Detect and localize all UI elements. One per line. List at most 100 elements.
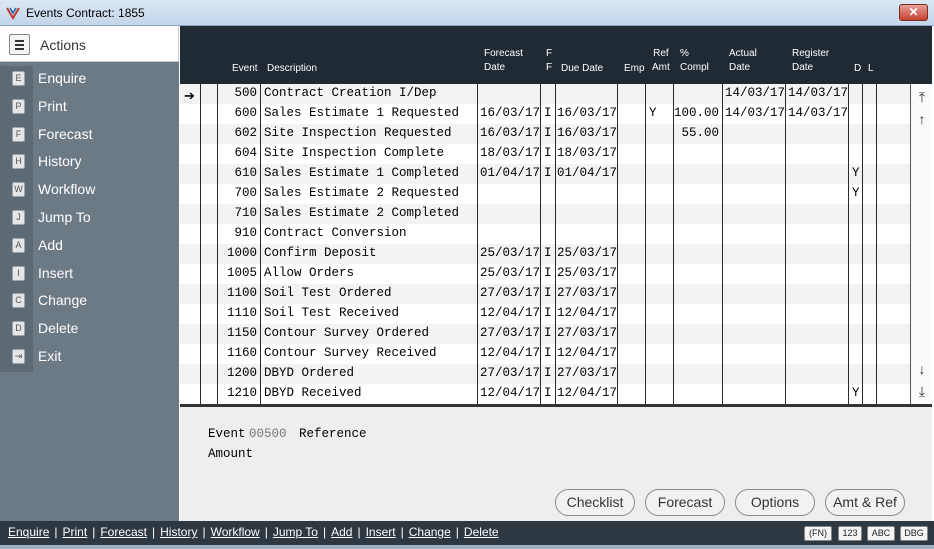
table-row[interactable]: 604 Site Inspection Complete 18/03/17 I 18/0… <box>180 144 910 164</box>
action-jump-to[interactable]: J Jump To <box>0 204 179 233</box>
action-print[interactable]: P Print <box>0 93 179 122</box>
status-separator: | <box>455 525 459 539</box>
cell-ff: I <box>544 366 552 380</box>
col-header-register-date[interactable]: Register Date <box>792 47 829 75</box>
shortcut-key-icon: A <box>12 237 25 253</box>
action-history[interactable]: H History <box>0 149 179 178</box>
action-label: Print <box>38 97 67 114</box>
status-separator: | <box>357 525 361 539</box>
table-row[interactable]: 1210 DBYD Received 12/04/17 I 12/04/17 Y <box>180 384 910 404</box>
action-label: Insert <box>38 264 74 281</box>
action-change[interactable]: C Change <box>0 288 179 317</box>
forecast-button[interactable]: Forecast <box>645 489 725 516</box>
badge-dbg[interactable]: DBG <box>900 526 928 541</box>
scroll-up-icon[interactable]: ↑ <box>914 110 930 128</box>
action-workflow[interactable]: W Workflow <box>0 177 179 205</box>
table-row[interactable]: 1100 Soil Test Ordered 27/03/17 I 27/03/17 <box>180 284 910 304</box>
table-row[interactable]: 600 Sales Estimate 1 Requested 16/03/17 I 16… <box>180 104 910 124</box>
shortcut-key-icon: D <box>12 321 25 337</box>
status-link-forecast[interactable]: Forecast <box>100 525 147 539</box>
cell-forecast-date: 01/04/17 <box>480 166 541 180</box>
action-add[interactable]: A Add <box>0 232 179 261</box>
cell-ff: I <box>544 326 552 340</box>
badge-fn[interactable]: (FN) <box>804 526 832 541</box>
amt-ref-button[interactable]: Amt & Ref <box>825 489 905 516</box>
cell-d: Y <box>852 386 860 400</box>
col-header-d[interactable]: D <box>854 62 861 76</box>
cell-description: Contract Conversion <box>264 226 407 240</box>
status-link-workflow[interactable]: Workflow <box>211 525 260 539</box>
status-separator: | <box>322 525 327 539</box>
col-header-ff[interactable]: F F <box>546 47 552 75</box>
col-header-ref-amt[interactable]: Ref Amt <box>652 47 670 75</box>
col-header-forecast-date[interactable]: Forecast Date <box>484 47 523 75</box>
cell-event: 1005 <box>226 266 257 280</box>
col-header-event[interactable]: Event <box>232 62 258 76</box>
action-label: Workflow <box>38 181 96 198</box>
table-row[interactable]: 1005 Allow Orders 25/03/17 I 25/03/17 <box>180 264 910 284</box>
action-delete[interactable]: D Delete <box>0 316 179 344</box>
badge-123[interactable]: 123 <box>838 526 862 541</box>
close-button[interactable]: ✕ <box>899 4 928 21</box>
cell-ff: I <box>544 166 552 180</box>
status-link-delete[interactable]: Delete <box>464 525 499 539</box>
action-exit[interactable]: ⇥ Exit <box>0 343 179 372</box>
event-value: 00500 <box>249 427 287 441</box>
cell-d: Y <box>852 186 860 200</box>
table-row[interactable]: 602 Site Inspection Requested 16/03/17 I 16/… <box>180 124 910 144</box>
table-row[interactable]: 500 Contract Creation I/Dep 14/03/17 14/03/… <box>180 84 910 104</box>
hamburger-menu-icon[interactable] <box>9 34 30 55</box>
status-link-print[interactable]: Print <box>63 525 88 539</box>
title-bar: Events Contract: 1855 ✕ <box>0 0 934 26</box>
status-link-enquire[interactable]: Enquire <box>8 525 49 539</box>
table-row[interactable]: 1110 Soil Test Received 12/04/17 I 12/04/17 <box>180 304 910 324</box>
table-row[interactable]: 1160 Contour Survey Received 12/04/17 I 12/0… <box>180 344 910 364</box>
status-link-add[interactable]: Add <box>331 525 352 539</box>
cell-due-date: 18/03/17 <box>557 146 618 160</box>
col-header-l[interactable]: L <box>868 62 874 76</box>
table-row[interactable]: 710 Sales Estimate 2 Completed <box>180 204 910 224</box>
action-forecast[interactable]: F Forecast <box>0 121 179 150</box>
options-button[interactable]: Options <box>735 489 815 516</box>
cell-pct-compl: 100.00 <box>673 106 719 120</box>
cell-due-date: 01/04/17 <box>557 166 618 180</box>
status-separator: | <box>54 525 58 539</box>
badge-abc[interactable]: ABC <box>867 526 895 541</box>
status-link-history[interactable]: History <box>160 525 197 539</box>
col-header-due-date[interactable]: Due Date <box>561 62 603 76</box>
cell-due-date: 12/04/17 <box>557 386 618 400</box>
status-link-change[interactable]: Change <box>409 525 451 539</box>
action-insert[interactable]: I Insert <box>0 260 179 289</box>
scroll-down-icon[interactable]: ↓ <box>914 360 930 378</box>
cell-event: 1150 <box>226 326 257 340</box>
table-row[interactable]: 1000 Confirm Deposit 25/03/17 I 25/03/17 <box>180 244 910 264</box>
col-header-pct-compl[interactable]: % Compl <box>680 47 709 75</box>
status-link-insert[interactable]: Insert <box>366 525 396 539</box>
cell-description: Soil Test Ordered <box>264 286 392 300</box>
scroll-bottom-icon[interactable]: ⤓ <box>914 382 930 400</box>
table-row[interactable]: 610 Sales Estimate 1 Completed 01/04/17 I 01… <box>180 164 910 184</box>
cell-description: Soil Test Received <box>264 306 400 320</box>
cell-d: Y <box>852 166 860 180</box>
action-enquire[interactable]: E Enquire <box>0 66 179 94</box>
cell-due-date: 27/03/17 <box>557 366 618 380</box>
table-row[interactable]: 910 Contract Conversion <box>180 224 910 244</box>
scroll-top-icon[interactable]: ⤒ <box>914 88 930 106</box>
table-row[interactable]: 1200 DBYD Ordered 27/03/17 I 27/03/17 <box>180 364 910 384</box>
shortcut-key-icon: E <box>12 71 25 86</box>
table-row[interactable]: 700 Sales Estimate 2 Requested Y <box>180 184 910 204</box>
shortcut-key-icon: W <box>12 182 25 198</box>
col-header-emp[interactable]: Emp <box>624 62 645 76</box>
grid-scrollbar[interactable]: ⤒ ↑ ↓ ⤓ <box>910 84 932 404</box>
cell-forecast-date: 18/03/17 <box>480 146 541 160</box>
cell-description: Confirm Deposit <box>264 246 377 260</box>
cell-description: DBYD Ordered <box>264 366 355 380</box>
checklist-button[interactable]: Checklist <box>555 489 635 516</box>
col-header-description[interactable]: Description <box>267 62 317 76</box>
col-header-actual-date[interactable]: Actual Date <box>729 47 757 75</box>
status-link-jump-to[interactable]: Jump To <box>273 525 318 539</box>
status-separator: | <box>92 525 96 539</box>
table-row[interactable]: 1150 Contour Survey Ordered 27/03/17 I 27/03… <box>180 324 910 344</box>
cell-ff: I <box>544 346 552 360</box>
cell-due-date: 27/03/17 <box>557 326 618 340</box>
